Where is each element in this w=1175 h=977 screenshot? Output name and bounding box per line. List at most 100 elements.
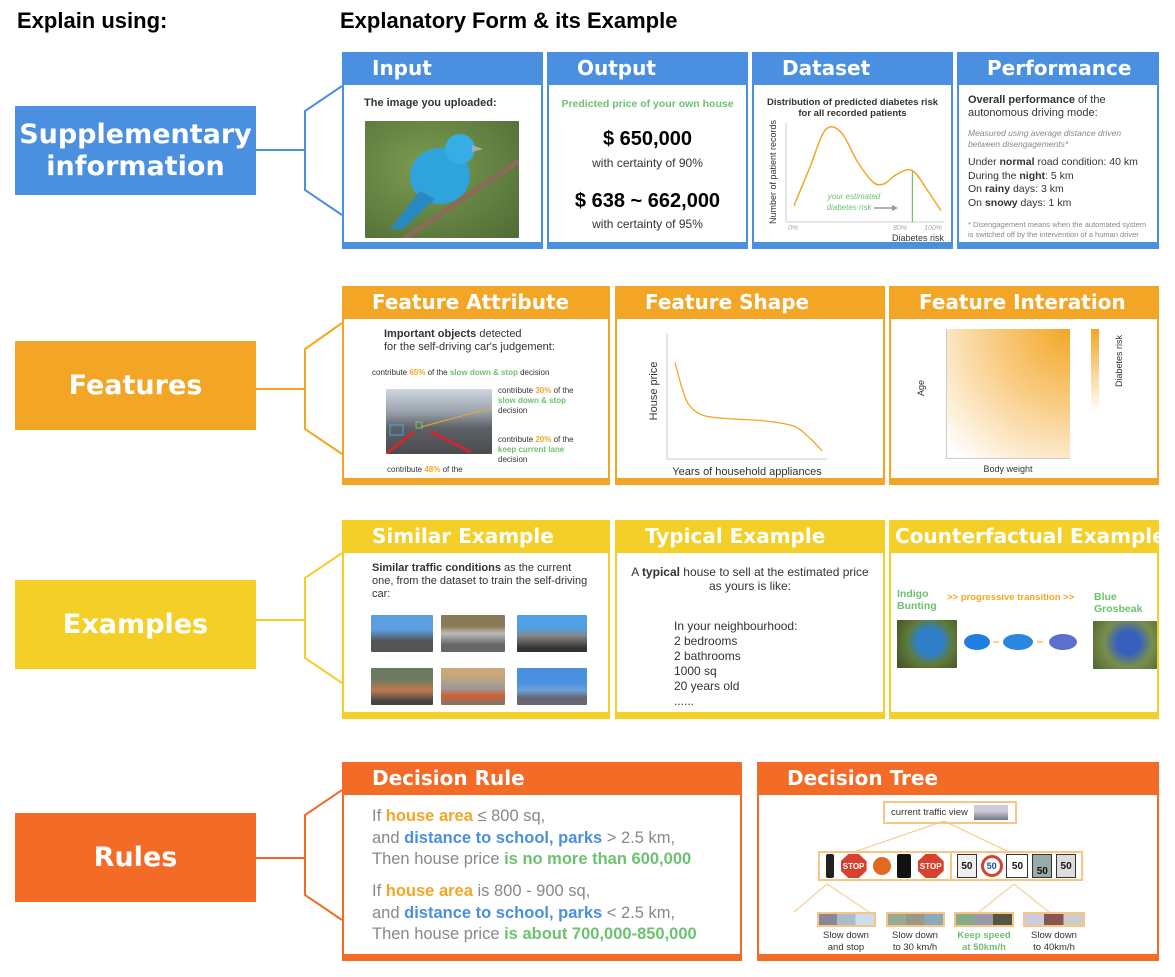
c-mid: of the <box>440 465 463 474</box>
bird-head-icon-1 <box>964 634 990 650</box>
r-post: > 2.5 km, <box>602 828 676 847</box>
row-post: road condition: 40 km <box>1034 156 1138 168</box>
transition-birds <box>964 634 1077 650</box>
counterfactual-to: Blue Grosbeak <box>1094 591 1143 615</box>
card-title: Feature Shape <box>615 286 885 319</box>
y-axis-label: House price <box>648 362 660 421</box>
speed-limit-icon: 50 <box>956 854 977 878</box>
r-post: is 800 - 900 sq, <box>472 882 591 900</box>
x-tick-80: 80% <box>893 225 907 232</box>
tree-node-speed-signs: 50 50 50 50 50 <box>950 851 1083 881</box>
list-item: In your neighbourhood: <box>674 619 798 633</box>
c-pre: contribute <box>498 435 536 444</box>
contribution-65: contribute 65% of the slow down & stop d… <box>372 368 549 377</box>
leaf-l1: Slow down <box>1031 930 1077 941</box>
list-item: ...... <box>674 694 695 708</box>
similar-example-text: Similar traffic conditions as the curren… <box>372 562 588 601</box>
intro-rest: detected <box>476 328 522 340</box>
colorbar-label: Diabetes risk <box>1114 334 1124 388</box>
output-caption: Predicted price of your own house <box>561 98 734 110</box>
dataset-chart: Number of patient records your estimated… <box>768 120 944 243</box>
card-output: Output Predicted price of your own house… <box>547 52 748 249</box>
performance-note: Measured using average distance driven b… <box>968 128 1122 149</box>
contribution-48: contribute 48% of the <box>387 465 463 474</box>
performance-footnote: * Disengagement means when the automated… <box>968 220 1147 239</box>
c-pct: 30% <box>535 386 552 395</box>
stop-sign-icon: STOP <box>840 854 867 878</box>
traffic-image-4 <box>371 668 433 705</box>
x-tick-100: 100% <box>924 225 942 232</box>
typical-example-list: In your neighbourhood: 2 bedrooms 2 bath… <box>674 619 797 709</box>
row-post: days: 1 km <box>1017 196 1072 209</box>
rule-line: If house area ≤ 800 sq, <box>372 806 691 828</box>
output-value-90: $ 650,000 <box>603 128 692 150</box>
contribution-20: contribute 20% of the keep current lane … <box>498 435 574 465</box>
r-pre: Then house price <box>372 925 505 943</box>
performance-row: On snowy days: 1 km <box>968 197 1153 211</box>
leaf-l2: and stop <box>827 942 865 953</box>
c-pre: contribute <box>498 386 536 395</box>
performance-rows: Under normal road condition: 40 km Durin… <box>968 156 1153 210</box>
c-post: decision <box>498 406 528 415</box>
card-title: Feature Interation <box>889 286 1159 319</box>
decision-rule-2: If house area is 800 - 900 sq, and dista… <box>372 881 697 946</box>
heading-explanatory-form: Explanatory Form & its Example <box>340 8 678 33</box>
leaf-l2: at 50km/h <box>962 942 1006 953</box>
rule-line: Then house price is about 700,000-850,00… <box>372 924 697 946</box>
row-pre: On <box>968 196 985 209</box>
card-decision-tree: Decision Tree current traffic view STOP … <box>757 762 1159 961</box>
counterfactual-transition: >> progressive transition >> <box>947 592 1075 603</box>
x-axis-label: Years of household appliances <box>672 466 822 478</box>
speed-limit-icon: 50 <box>1032 854 1053 878</box>
leaf-l2: to 30 km/h <box>892 942 938 953</box>
card-dataset: Dataset Distribution of predicted diabet… <box>752 52 953 249</box>
y-axis-label: Age <box>916 379 927 397</box>
performance-row: Under normal road condition: 40 km <box>968 156 1153 170</box>
traffic-image-5 <box>441 668 505 705</box>
t-bold: typical <box>641 565 680 579</box>
leaf-label-keep-50: Keep speed at 50km/h <box>949 930 1019 954</box>
bird-head-icon-3 <box>1049 634 1077 650</box>
output-value-95: $ 638 ~ 662,000 <box>574 190 721 212</box>
bird-icon <box>390 134 519 238</box>
leaf-thumbnails-4 <box>1023 912 1085 927</box>
leaf-l2: to 40km/h <box>1033 942 1075 953</box>
category-rules[interactable]: Rules <box>15 813 256 902</box>
r-pre: and <box>372 903 405 922</box>
text-bold: Similar traffic conditions <box>372 562 501 574</box>
output-certainty-90: with certainty of 90% <box>592 156 703 170</box>
row-bold: rainy <box>984 183 1011 195</box>
counterfactual-from: Indigo Bunting <box>897 588 937 612</box>
t-pre: A <box>631 565 642 579</box>
r-feat: house area <box>385 882 473 900</box>
tree-root-node: current traffic view <box>883 801 1017 824</box>
card-title: Performance <box>957 52 1159 85</box>
intro-line2: for the self-driving car's judgement: <box>384 341 555 353</box>
card-similar-example: Similar Example Similar traffic conditio… <box>342 520 610 719</box>
list-item: 2 bedrooms <box>674 634 738 648</box>
category-supplementary-information[interactable]: Supplementary information <box>15 106 256 195</box>
stop-sign-icon: STOP <box>917 854 944 878</box>
performance-row: During the night: 5 km <box>968 170 1153 184</box>
card-feature-interaction: Feature Interation Age Body weight Diabe… <box>889 286 1159 485</box>
c-act: slow down & stop <box>498 396 566 405</box>
category-examples[interactable]: Examples <box>15 580 256 669</box>
card-decision-rule: Decision Rule If house area ≤ 800 sq, an… <box>342 762 742 961</box>
card-title: Counterfactual Example <box>889 520 1159 553</box>
category-label-line1: Supplementary <box>19 119 252 151</box>
leaf-label-slow-40: Slow down to 40km/h <box>1019 930 1089 954</box>
traffic-light-icon <box>826 854 835 878</box>
rule-line: and distance to school, parks < 2.5 km, <box>372 903 697 925</box>
feature-shape-chart: House price Years of household appliance… <box>648 333 827 478</box>
traffic-image-1 <box>371 615 433 652</box>
leaf-thumbnails-2 <box>886 912 945 927</box>
shape-curve <box>674 362 823 452</box>
root-label: current traffic view <box>891 807 968 818</box>
r-post: < 2.5 km, <box>602 903 676 922</box>
category-features[interactable]: Features <box>15 341 256 430</box>
feature-attribute-intro: Important objects detected for the self-… <box>384 328 555 354</box>
leaf-label-slow-stop: Slow down and stop <box>811 930 881 954</box>
c-mid: of the <box>551 435 574 444</box>
y-axis-label: Number of patient records <box>768 120 778 224</box>
r-post: ≤ 800 sq, <box>472 807 546 825</box>
